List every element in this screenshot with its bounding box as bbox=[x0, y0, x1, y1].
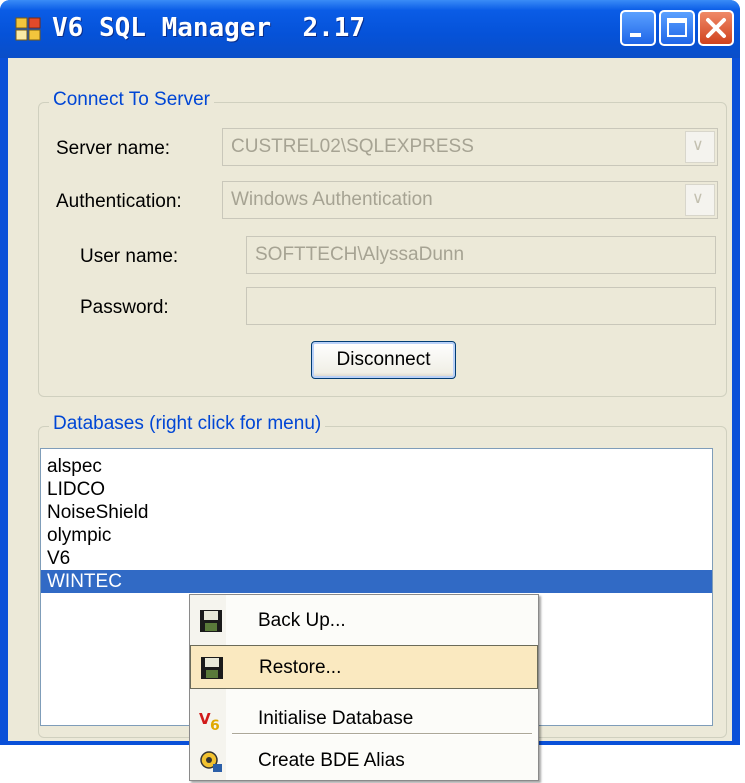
close-icon bbox=[706, 18, 726, 38]
bde-config-icon bbox=[200, 751, 222, 772]
menu-item-label: Restore... bbox=[259, 657, 342, 678]
list-item[interactable]: NoiseShield bbox=[41, 501, 712, 524]
user-name-value: SOFTTECH\AlyssaDunn bbox=[255, 244, 465, 265]
authentication-value: Windows Authentication bbox=[231, 189, 433, 210]
chevron-down-icon: ∨ bbox=[692, 137, 704, 154]
list-item[interactable]: alspec bbox=[41, 455, 712, 478]
context-menu: Back Up... Restore... V 6 Initialise Dat… bbox=[189, 594, 539, 781]
maximize-button[interactable] bbox=[659, 10, 695, 46]
authentication-dropdown-button[interactable]: ∨ bbox=[685, 184, 715, 216]
svg-text:6: 6 bbox=[210, 718, 220, 732]
minimize-button[interactable] bbox=[620, 10, 656, 46]
disconnect-button[interactable]: Disconnect bbox=[311, 341, 456, 379]
server-name-dropdown-button[interactable]: ∨ bbox=[685, 131, 715, 163]
authentication-combobox[interactable]: Windows Authentication ∨ bbox=[222, 181, 718, 219]
connect-group-title: Connect To Server bbox=[49, 89, 215, 111]
list-item[interactable]: LIDCO bbox=[41, 478, 712, 501]
authentication-label: Authentication: bbox=[56, 191, 182, 212]
menu-item-create-bde-alias[interactable]: Create BDE Alias bbox=[190, 739, 538, 783]
server-name-label: Server name: bbox=[56, 138, 171, 159]
list-item-selected[interactable]: WINTEC bbox=[41, 570, 712, 593]
app-icon bbox=[15, 17, 41, 41]
user-name-label: User name: bbox=[80, 246, 179, 267]
menu-item-back-up[interactable]: Back Up... bbox=[190, 599, 538, 643]
close-button[interactable] bbox=[698, 10, 734, 46]
menu-item-initialise-database[interactable]: V 6 Initialise Database bbox=[190, 697, 538, 741]
server-name-value: CUSTREL02\SQLEXPRESS bbox=[231, 136, 474, 157]
server-name-combobox[interactable]: CUSTREL02\SQLEXPRESS ∨ bbox=[222, 128, 718, 166]
list-item[interactable]: V6 bbox=[41, 547, 712, 570]
chevron-down-icon: ∨ bbox=[692, 190, 704, 207]
databases-group-title: Databases (right click for menu) bbox=[49, 413, 326, 435]
v6-logo-icon: V 6 bbox=[199, 710, 220, 732]
floppy-disk-icon bbox=[201, 657, 223, 679]
user-name-field[interactable]: SOFTTECH\AlyssaDunn bbox=[246, 236, 716, 274]
maximize-icon bbox=[667, 18, 687, 37]
menu-item-restore[interactable]: Restore... bbox=[190, 645, 538, 689]
title-bar[interactable]: V6 SQL Manager 2.17 bbox=[0, 0, 740, 58]
minimize-icon bbox=[630, 33, 641, 37]
menu-item-label: Back Up... bbox=[258, 610, 346, 631]
password-label: Password: bbox=[80, 297, 169, 318]
menu-item-label: Create BDE Alias bbox=[258, 750, 405, 771]
menu-item-label: Initialise Database bbox=[258, 708, 414, 729]
window-title: V6 SQL Manager 2.17 bbox=[52, 13, 366, 43]
list-item[interactable]: olympic bbox=[41, 524, 712, 547]
password-field[interactable] bbox=[246, 287, 716, 325]
floppy-disk-icon bbox=[200, 610, 222, 632]
